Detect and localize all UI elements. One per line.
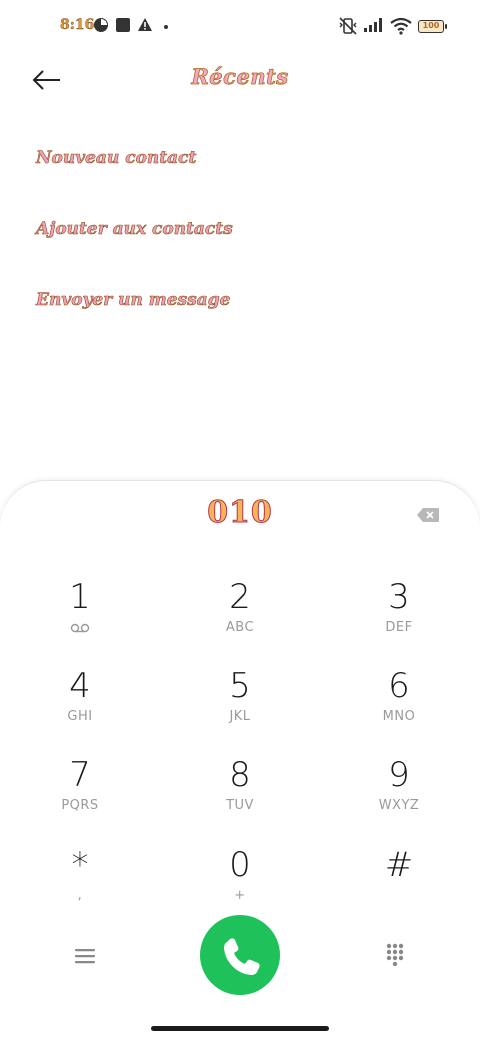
key-digit: 0 (229, 845, 251, 885)
key-5[interactable]: 5 JKL (180, 666, 300, 746)
key-digit: 9 (388, 755, 410, 795)
key-digit: # (384, 845, 414, 885)
menu-icon[interactable] (74, 947, 96, 965)
key-letters: DEF (385, 620, 413, 635)
key-digit: * (71, 845, 89, 885)
key-digit: 2 (229, 577, 251, 617)
key-7[interactable]: 7 PQRS (20, 755, 140, 835)
header: Récents (0, 56, 480, 104)
key-digit: 3 (388, 577, 410, 617)
add-to-contacts-item[interactable]: Ajouter aux contacts (36, 211, 456, 282)
notification-dot (164, 25, 168, 29)
dialed-number: 010 (207, 495, 273, 531)
key-letters: JKL (229, 709, 251, 724)
warning-icon (138, 18, 152, 31)
dialpad-panel: 010 1 2 ABC 3 DEF 4 GHI 5 JKL 6 MNO 7 PQ… (0, 481, 480, 1040)
key-letters: MNO (382, 709, 416, 724)
key-2[interactable]: 2 ABC (180, 577, 300, 657)
key-letters: PQRS (61, 798, 99, 813)
key-star[interactable]: * , (20, 845, 140, 925)
page-title: Récents (191, 64, 289, 90)
key-digit: 6 (388, 666, 410, 706)
voicemail-icon (70, 623, 90, 633)
key-1[interactable]: 1 (20, 577, 140, 657)
key-0[interactable]: 0 + (180, 845, 300, 925)
call-button[interactable] (200, 915, 280, 995)
status-time: 8:16 (60, 17, 95, 33)
key-8[interactable]: 8 TUV (180, 755, 300, 835)
key-digit: 1 (69, 577, 91, 617)
phone-icon (224, 938, 260, 975)
action-list: Nouveau contact Ajouter aux contacts Env… (36, 140, 456, 353)
key-9[interactable]: 9 WXYZ (339, 755, 459, 835)
vibrate-off-icon (339, 17, 357, 35)
key-hash[interactable]: # (339, 845, 459, 925)
key-letters: + (234, 888, 246, 903)
backspace-icon[interactable] (416, 507, 440, 523)
signal-icon (364, 18, 382, 32)
key-digit: 4 (69, 666, 91, 706)
new-contact-item[interactable]: Nouveau contact (36, 140, 456, 211)
key-letters: , (77, 888, 83, 903)
key-letters: TUV (226, 798, 254, 813)
battery-icon: 100 (418, 20, 447, 33)
key-digit: 5 (229, 666, 251, 706)
dialpad-toggle-icon[interactable] (386, 943, 404, 967)
app-circle-icon (94, 18, 108, 32)
key-6[interactable]: 6 MNO (339, 666, 459, 746)
wifi-icon (390, 17, 412, 35)
key-digit: 7 (69, 755, 91, 795)
square-app-icon (116, 18, 130, 32)
key-3[interactable]: 3 DEF (339, 577, 459, 657)
key-letters: GHI (67, 709, 93, 724)
key-digit: 8 (229, 755, 251, 795)
status-bar: 8:16 100 (0, 0, 480, 56)
key-letters: WXYZ (378, 798, 420, 813)
home-indicator[interactable] (151, 1026, 329, 1031)
key-4[interactable]: 4 GHI (20, 666, 140, 746)
send-message-item[interactable]: Envoyer un message (36, 282, 456, 353)
key-letters: ABC (225, 620, 255, 635)
